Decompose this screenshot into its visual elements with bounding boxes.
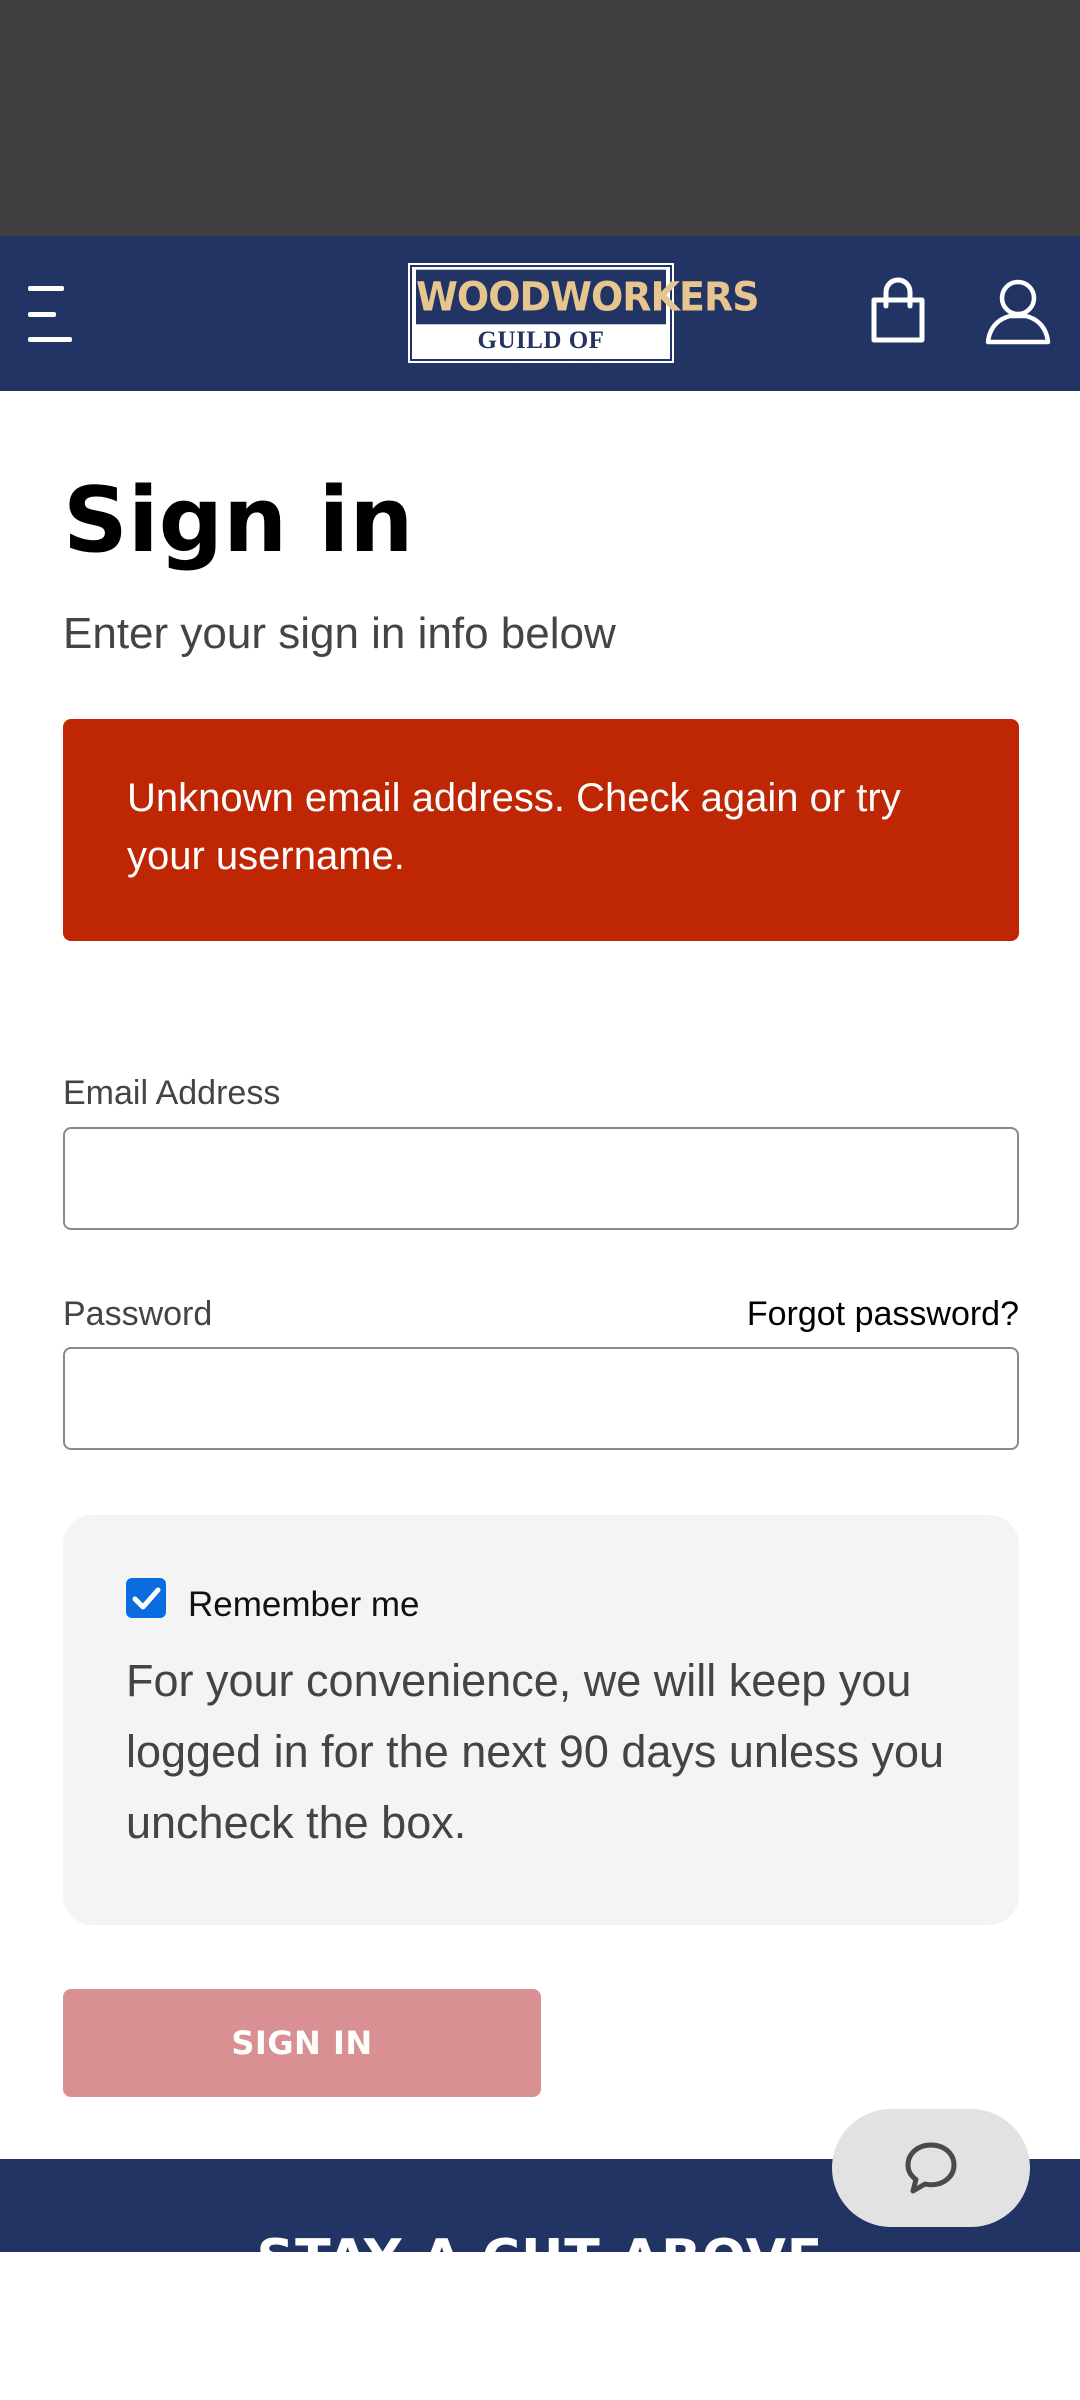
user-icon[interactable] [984,276,1052,346]
checkmark-icon [132,1587,161,1610]
error-alert: Unknown email address. Check again or tr… [63,719,1019,941]
password-input[interactable] [63,1347,1019,1450]
remember-me-checkbox[interactable] [126,1578,166,1618]
status-bar-area [0,0,1080,236]
chat-bubble-icon [905,2142,957,2194]
remember-me-help-text: For your convenience, we will keep you l… [126,1655,945,1848]
logo-line-1: WOODWORKERS [416,269,760,325]
site-logo[interactable]: WOODWORKERS GUILD OF AMERICA [408,263,760,386]
site-header: WOODWORKERS GUILD OF AMERICA [0,236,1080,391]
email-label: Email Address [63,1074,281,1112]
error-message: Unknown email address. Check again or tr… [127,776,901,878]
page-subtitle: Enter your sign in info below [63,609,616,658]
forgot-password-link[interactable]: Forgot password? [747,1294,1019,1334]
remember-me-panel: Remember me For your convenience, we wil… [63,1515,1019,1925]
logo-line-2: GUILD OF AMERICA [477,327,605,386]
chat-button[interactable] [832,2109,1030,2227]
footer-heading: STAY A CUT ABOVE [0,2229,1080,2252]
page-title: Sign in [63,468,414,573]
hamburger-menu-icon[interactable] [28,286,76,342]
remember-me-label[interactable]: Remember me [188,1583,419,1627]
sign-in-button[interactable]: SIGN IN [63,1989,541,2097]
shopping-bag-icon[interactable] [868,276,928,346]
password-label: Password [63,1295,213,1333]
email-input[interactable] [63,1127,1019,1230]
